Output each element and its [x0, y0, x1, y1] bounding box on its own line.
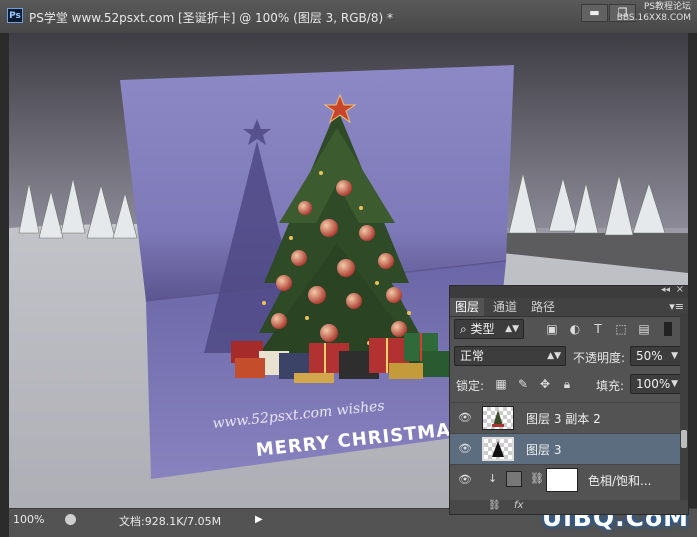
- tab-paths[interactable]: 路径: [526, 298, 560, 316]
- dropdown-arrow-icon: ▲▼: [547, 351, 561, 361]
- chevron-down-icon: ▼: [671, 379, 678, 389]
- blend-row: 正常 ▲▼ 不透明度: 50% ▼: [450, 344, 688, 368]
- filter-toggle-icon[interactable]: [664, 322, 672, 336]
- eye-icon[interactable]: 👁︎: [458, 442, 472, 455]
- fill-input[interactable]: 100% ▼: [630, 374, 682, 394]
- opacity-value: 50%: [636, 349, 663, 363]
- tab-channels[interactable]: 通道: [488, 298, 522, 316]
- lock-image-icon[interactable]: ✎: [516, 377, 530, 391]
- minimize-button[interactable]: ▬: [581, 4, 608, 22]
- layer-filter-value: 类型: [470, 322, 495, 336]
- hue-saturation-icon: [506, 471, 522, 487]
- document-info-icon[interactable]: [65, 514, 76, 525]
- collapse-panel-button[interactable]: ◂◂: [661, 285, 670, 295]
- adjustment-filter-icon[interactable]: ◐: [568, 322, 582, 336]
- eye-icon[interactable]: 👁︎: [458, 411, 472, 424]
- lock-label: 锁定:: [456, 379, 485, 393]
- status-menu-arrow[interactable]: ▶: [255, 514, 263, 525]
- panel-tabs: 图层 通道 路径 ▾≡: [450, 298, 688, 317]
- layers-panel: ◂◂ × 图层 通道 路径 ▾≡ ⌕ 类型 ▲▼ ▣ ◐ T ⬚ ▤ 正常 ▲▼ 不…: [449, 284, 689, 515]
- layer-row[interactable]: 👁︎ 图层 3 副本 2: [450, 402, 682, 433]
- layer-name[interactable]: 图层 3: [526, 441, 561, 458]
- filter-row: ⌕ 类型 ▲▼ ▣ ◐ T ⬚ ▤: [450, 318, 688, 340]
- fx-icon[interactable]: fx: [514, 500, 523, 511]
- eye-icon[interactable]: 👁︎: [458, 473, 472, 486]
- panel-footer: ⛓︎ fx: [450, 500, 688, 514]
- lock-transparency-icon[interactable]: ▦: [494, 377, 508, 391]
- link-icon[interactable]: ⛓︎: [488, 500, 501, 511]
- pixel-filter-icon[interactable]: ▣: [545, 322, 559, 336]
- lock-all-icon[interactable]: 🔒︎: [560, 377, 574, 391]
- layer-thumbnail: [482, 437, 514, 461]
- document-size-info: 文档:928.1K/7.05M: [119, 515, 222, 528]
- search-icon: ⌕: [460, 322, 471, 336]
- tree-silhouette-thumbnail-icon: [492, 441, 504, 457]
- lock-row: 锁定: ▦ ✎ ✥ 🔒︎ 填充: 100% ▼: [450, 372, 688, 396]
- forum-watermark-line2: BBS.16XX8.COM: [616, 13, 691, 23]
- shape-filter-icon[interactable]: ⬚: [614, 322, 628, 336]
- opacity-label: 不透明度:: [573, 351, 626, 365]
- document-title: PS学堂 www.52psxt.com [圣诞折卡] @ 100% (图层 3,…: [29, 11, 393, 25]
- fill-label: 填充:: [596, 379, 625, 393]
- layer-mask-thumbnail[interactable]: [546, 468, 578, 492]
- clipping-arrow-icon: ↓: [488, 472, 498, 485]
- link-icon: ⛓︎: [530, 472, 544, 485]
- zoom-level[interactable]: 100%: [13, 513, 44, 526]
- layer-name[interactable]: 色相/饱和...: [588, 472, 652, 489]
- tab-layers[interactable]: 图层: [450, 298, 485, 316]
- panel-menu-button[interactable]: ▾≡: [669, 300, 684, 313]
- layers-scrollbar[interactable]: [680, 314, 688, 508]
- panel-header: ◂◂ ×: [450, 284, 688, 298]
- photoshop-app-icon: Ps: [7, 8, 23, 23]
- layer-filter-select[interactable]: ⌕ 类型 ▲▼: [454, 319, 524, 339]
- document-title-bar: Ps PS学堂 www.52psxt.com [圣诞折卡] @ 100% (图层…: [0, 0, 697, 34]
- fill-value: 100%: [636, 377, 671, 391]
- type-filter-icon[interactable]: T: [591, 322, 605, 336]
- scrollbar-thumb[interactable]: [681, 430, 687, 448]
- chevron-down-icon: ▼: [671, 351, 678, 361]
- layer-thumbnail: [482, 406, 514, 430]
- layer-name[interactable]: 图层 3 副本 2: [526, 410, 601, 427]
- layer-row-selected[interactable]: 👁︎ 图层 3: [450, 433, 682, 464]
- adjustment-layer-row[interactable]: 👁︎ ↓ ⛓︎ 色相/饱和...: [450, 464, 682, 495]
- tree-thumbnail-icon: [492, 410, 504, 427]
- photoshop-window: Ps PS学堂 www.52psxt.com [圣诞折卡] @ 100% (图层…: [0, 0, 697, 537]
- forum-watermark-line1: PS教程论坛: [643, 2, 691, 12]
- blend-mode-value: 正常: [460, 349, 485, 363]
- smart-object-filter-icon[interactable]: ▤: [637, 322, 651, 336]
- blend-mode-select[interactable]: 正常 ▲▼: [454, 346, 566, 366]
- close-panel-button[interactable]: ×: [676, 284, 684, 295]
- forum-watermark: PS教程论坛 BBS.16XX8.COM: [617, 2, 691, 24]
- dropdown-arrow-icon: ▲▼: [505, 324, 519, 334]
- opacity-input[interactable]: 50% ▼: [630, 346, 682, 366]
- lock-position-icon[interactable]: ✥: [538, 377, 552, 391]
